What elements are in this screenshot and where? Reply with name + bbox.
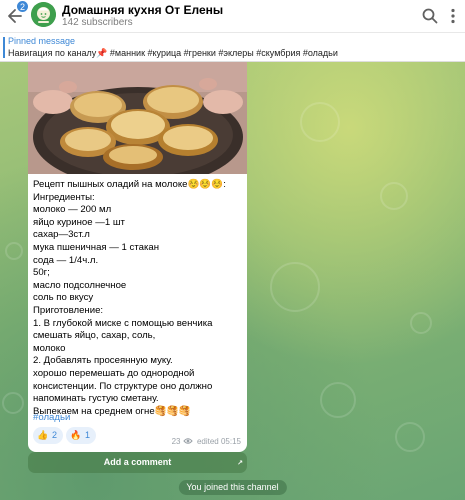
eye-icon xyxy=(183,438,193,444)
pinned-text: Навигация по каналу📌 #манник #курица #гр… xyxy=(8,48,338,58)
channel-avatar[interactable] xyxy=(31,2,56,27)
joined-channel-notice: You joined this channel xyxy=(178,480,287,495)
pinned-label: Pinned message xyxy=(8,36,76,46)
post-photo[interactable] xyxy=(28,62,247,174)
pancakes-photo xyxy=(28,62,247,174)
fire-icon: 🔥 xyxy=(70,430,82,440)
add-comment-button[interactable]: Add a comment ↗ xyxy=(28,452,247,473)
post-text: Рецепт пышных оладий на молоке☺️☺️☺️: Ин… xyxy=(33,179,226,417)
open-arrow-icon: ↗ xyxy=(237,460,243,467)
view-count: 23 xyxy=(171,437,181,446)
pinned-accent-bar xyxy=(3,37,5,58)
reaction-thumbs-up[interactable]: 👍 2 xyxy=(33,427,64,444)
reaction-fire[interactable]: 🔥 1 xyxy=(66,427,97,444)
post-meta: 23 edited 05:15 xyxy=(172,437,241,446)
subscriber-count: 142 subscribers xyxy=(62,17,133,28)
chef-hat-icon xyxy=(31,2,56,27)
thumbs-up-icon: 👍 xyxy=(37,430,49,440)
channel-header: 2 Домашняя кухня От Елены 142 subscriber… xyxy=(0,0,465,33)
add-comment-label: Add a comment xyxy=(103,457,172,467)
reaction-count: 2 xyxy=(52,430,58,440)
unread-badge: 2 xyxy=(16,0,30,13)
reaction-count: 1 xyxy=(85,430,91,440)
search-icon[interactable] xyxy=(420,6,440,26)
channel-post[interactable]: Рецепт пышных оладий на молоке☺️☺️☺️: Ин… xyxy=(28,62,247,452)
more-vertical-icon[interactable] xyxy=(443,6,463,26)
channel-title[interactable]: Домашняя кухня От Елены xyxy=(62,3,223,17)
edited-time: edited 05:15 xyxy=(196,437,241,446)
pinned-message[interactable]: Pinned message Навигация по каналу📌 #ман… xyxy=(0,33,465,62)
post-hashtag[interactable]: #оладьи xyxy=(33,412,70,423)
